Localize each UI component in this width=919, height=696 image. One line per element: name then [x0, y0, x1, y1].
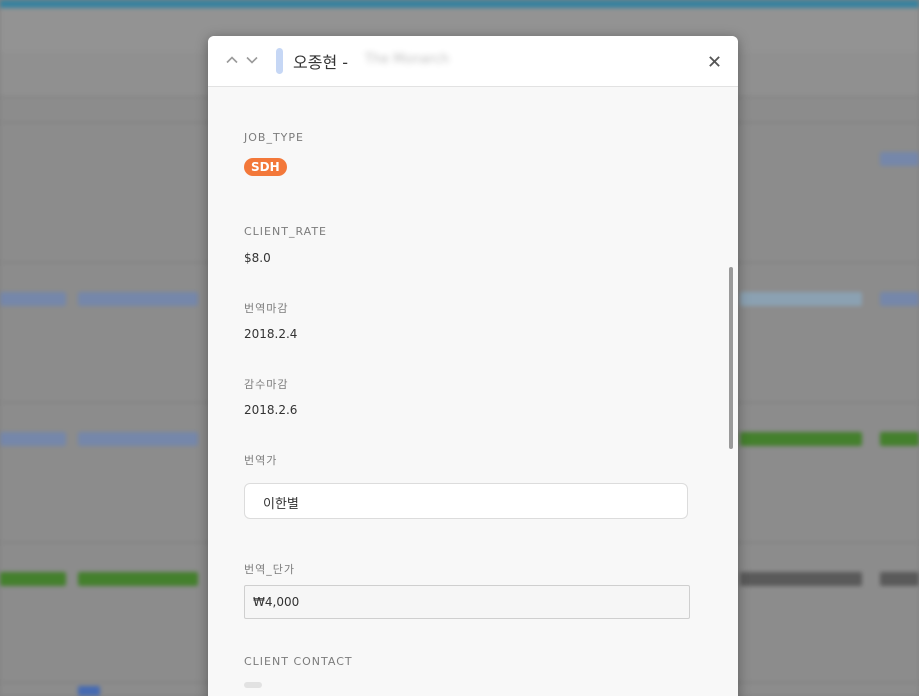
translation-unit-price-field[interactable]: ₩4,000: [244, 585, 690, 619]
review-deadline-value[interactable]: 2018.2.6: [244, 403, 297, 417]
page: 오종현 - The Monarch JOB_TYPE SDH CLIENT_RA…: [0, 0, 919, 696]
close-icon: [708, 55, 721, 68]
record-title: 오종현 -: [293, 53, 349, 72]
modal-scrollbar-thumb[interactable]: [729, 267, 733, 449]
chevron-up-icon: [225, 53, 239, 67]
next-record-button[interactable]: [243, 51, 261, 69]
previous-record-button[interactable]: [223, 51, 241, 69]
chevron-down-icon: [245, 53, 259, 67]
client-contact-chip[interactable]: [244, 682, 262, 688]
record-title-obscured-text: The Monarch: [365, 52, 450, 67]
client-rate-label: CLIENT_RATE: [244, 225, 327, 238]
record-detail-modal: 오종현 - The Monarch JOB_TYPE SDH CLIENT_RA…: [208, 36, 738, 696]
modal-header: 오종현 - The Monarch: [208, 36, 738, 87]
client-contact-label: CLIENT CONTACT: [244, 655, 353, 668]
record-color-swatch: [276, 48, 283, 74]
review-deadline-label: 감수마감: [244, 378, 289, 391]
modal-scrollbar[interactable]: [727, 87, 735, 696]
job-type-label: JOB_TYPE: [244, 131, 304, 144]
modal-body: JOB_TYPE SDH CLIENT_RATE $8.0 번역마감 2018.…: [208, 87, 738, 696]
translator-label: 번역가: [244, 454, 278, 467]
translation-unit-price-label: 번역_단가: [244, 563, 295, 576]
close-button[interactable]: [704, 51, 724, 71]
translation-deadline-label: 번역마감: [244, 302, 289, 315]
translation-deadline-value[interactable]: 2018.2.4: [244, 327, 297, 341]
translator-field[interactable]: 이한별: [244, 483, 688, 519]
record-title-obscured: The Monarch: [353, 36, 483, 82]
job-type-pill[interactable]: SDH: [244, 158, 287, 176]
client-rate-value[interactable]: $8.0: [244, 251, 271, 265]
